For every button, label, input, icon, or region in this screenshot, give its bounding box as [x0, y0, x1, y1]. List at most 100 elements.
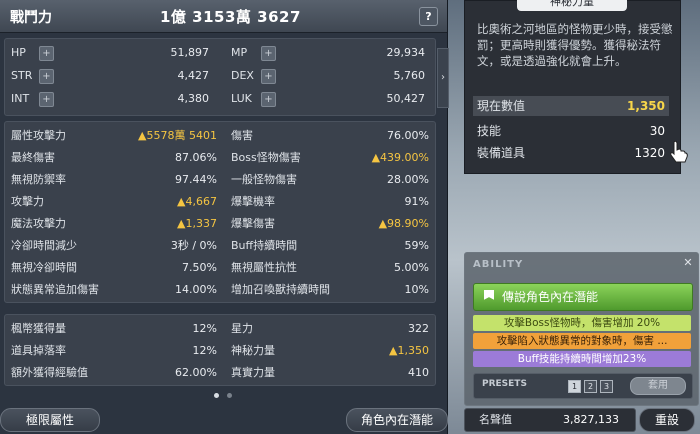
stat-label: 攻擊力 [11, 195, 44, 208]
stat-label: 無視屬性抗性 [231, 261, 297, 274]
stat-value: ▲1,337 [177, 217, 217, 230]
preset-2-button[interactable]: 2 [584, 380, 597, 393]
stat-row: 道具掉落率 12% 神秘力量 ▲1,350 [5, 341, 435, 361]
ability-line: Buff技能持續時間增加23% [473, 351, 691, 367]
stat-value: 28.00% [387, 173, 429, 186]
limit-attribute-button[interactable]: 極限屬性 [0, 408, 100, 432]
stat-label: 魔法攻擊力 [11, 217, 66, 230]
stat-label: HP [11, 46, 26, 59]
stat-value: 91% [404, 195, 429, 208]
stat-value: 97.44% [175, 173, 217, 186]
fame-display: 名聲值 3,827,133 [464, 408, 636, 432]
tooltip-row-label: 技能 [477, 124, 502, 138]
apply-preset-button[interactable]: 套用 [630, 377, 686, 395]
legendary-ability-bar: 傳說角色內在潛能 [473, 283, 693, 311]
ability-line: 攻擊陷入狀態異常的對象時，傷害 ... [473, 333, 691, 349]
tooltip-row: 裝備道具 1320 [473, 143, 669, 163]
stat-label: INT [11, 92, 30, 105]
stat-value: 76.00% [387, 129, 429, 142]
expand-arrow-button[interactable]: › [437, 48, 449, 108]
stat-value: 10% [404, 283, 429, 296]
ability-header: ABILITY [473, 259, 524, 270]
stat-row: 額外獲得經驗值 62.00% 真實力量 410 [5, 363, 435, 383]
detail-stats-panel: 屬性攻擊力 ▲5578萬 5401 傷害 76.00% 最終傷害 87.06% … [4, 121, 436, 303]
tooltip-description: 比奧術之河地區的怪物更少時，接受懲罰；更高時則獲得優勢。獲得秘法符文，或是透過強… [477, 22, 673, 68]
stat-label: 額外獲得經驗值 [11, 366, 88, 379]
stat-value: 5,760 [393, 69, 426, 82]
stat-row: 楓幣獲得量 12% 星力 322 [5, 319, 435, 339]
stat-row: HP + 51,897 MP + 29,934 [5, 43, 435, 63]
ability-line: 攻擊Boss怪物時，傷害增加 20% [473, 315, 691, 331]
stat-label: DEX [231, 69, 254, 82]
ap-plus-button[interactable]: + [39, 69, 54, 84]
stat-label: 神秘力量 [231, 344, 275, 357]
legendary-ability-label: 傳說角色內在潛能 [502, 290, 599, 304]
stat-value: 4,427 [177, 69, 210, 82]
stat-value: ▲439.00% [371, 151, 429, 164]
stat-value: 4,380 [177, 92, 210, 105]
presets-label: PRESETS [482, 379, 527, 389]
stat-value: 322 [408, 322, 429, 335]
stat-row: 無視冷卻時間 7.50% 無視屬性抗性 5.00% [5, 258, 435, 278]
stat-tooltip: 神秘力量 比奧術之河地區的怪物更少時，接受懲罰；更高時則獲得優勢。獲得秘法符文，… [464, 0, 681, 174]
stat-label: Boss怪物傷害 [231, 151, 301, 164]
stat-row: 攻擊力 ▲4,667 爆擊機率 91% [5, 192, 435, 212]
stat-value: 12% [192, 322, 217, 335]
stat-label: STR [11, 69, 33, 82]
combat-power-value: 1億 3153萬 3627 [160, 8, 301, 26]
stat-label: Buff持續時間 [231, 239, 298, 252]
stat-value: 62.00% [175, 366, 217, 379]
stat-value: 3秒 / 0% [170, 239, 217, 252]
stat-value: ▲1,350 [389, 344, 429, 357]
stat-label: 最終傷害 [11, 151, 55, 164]
stat-row: STR + 4,427 DEX + 5,760 [5, 66, 435, 86]
stat-label: 傷害 [231, 129, 253, 142]
stat-value: 14.00% [175, 283, 217, 296]
inner-ability-button[interactable]: 角色內在潛能 [346, 408, 448, 432]
preset-3-button[interactable]: 3 [600, 380, 613, 393]
stat-label: 爆擊機率 [231, 195, 275, 208]
stat-value: 12% [192, 344, 217, 357]
stat-label: 無視冷卻時間 [11, 261, 77, 274]
stat-label: 屬性攻擊力 [11, 129, 66, 142]
stat-label: 無視防禦率 [11, 173, 66, 186]
stat-label: 冷卻時間減少 [11, 239, 77, 252]
ap-plus-button[interactable]: + [261, 69, 276, 84]
stat-row: 無視防禦率 97.44% 一般怪物傷害 28.00% [5, 170, 435, 190]
stat-row: 最終傷害 87.06% Boss怪物傷害 ▲439.00% [5, 148, 435, 168]
stat-label: 增加召喚獸持續時間 [231, 283, 330, 296]
combat-power-bar: 戰鬥力 1億 3153萬 3627 ? [0, 0, 447, 33]
stat-value: 59% [404, 239, 429, 252]
preset-1-button[interactable]: 1 [568, 380, 581, 393]
tooltip-row-label: 裝備道具 [477, 146, 526, 160]
stat-label: LUK [231, 92, 252, 105]
tooltip-row-value: 1,350 [627, 99, 665, 113]
help-button[interactable]: ? [419, 7, 438, 26]
fame-value: 3,827,133 [563, 413, 619, 426]
page-dot[interactable] [226, 393, 232, 398]
stat-label: 爆擊傷害 [231, 217, 275, 230]
stat-label: MP [231, 46, 248, 59]
ability-window: ABILITY ✕ 傳說角色內在潛能 攻擊Boss怪物時，傷害增加 20% 攻擊… [464, 252, 699, 406]
hand-cursor-icon [670, 140, 688, 163]
stat-value: 29,934 [386, 46, 426, 59]
stat-label: 狀態異常追加傷害 [11, 283, 99, 296]
close-icon[interactable]: ✕ [682, 257, 694, 269]
stat-label: 星力 [231, 322, 253, 335]
ap-plus-button[interactable]: + [39, 92, 54, 107]
stat-value: ▲5578萬 5401 [138, 129, 217, 142]
reset-button[interactable]: 重設 [639, 408, 695, 432]
ap-plus-button[interactable]: + [39, 46, 54, 61]
stat-value: 7.50% [182, 261, 217, 274]
stat-label: 真實力量 [231, 366, 275, 379]
stat-value: ▲98.90% [378, 217, 429, 230]
page-dot[interactable] [214, 393, 219, 398]
tooltip-row-value: 1320 [634, 146, 665, 160]
tooltip-row: 技能 30 [473, 121, 669, 141]
stat-value: 51,897 [170, 46, 210, 59]
stat-row: 狀態異常追加傷害 14.00% 增加召喚獸持續時間 10% [5, 280, 435, 300]
ap-plus-button[interactable]: + [261, 92, 276, 107]
stat-row: 屬性攻擊力 ▲5578萬 5401 傷害 76.00% [5, 126, 435, 146]
ap-plus-button[interactable]: + [261, 46, 276, 61]
page-indicator [212, 388, 234, 401]
